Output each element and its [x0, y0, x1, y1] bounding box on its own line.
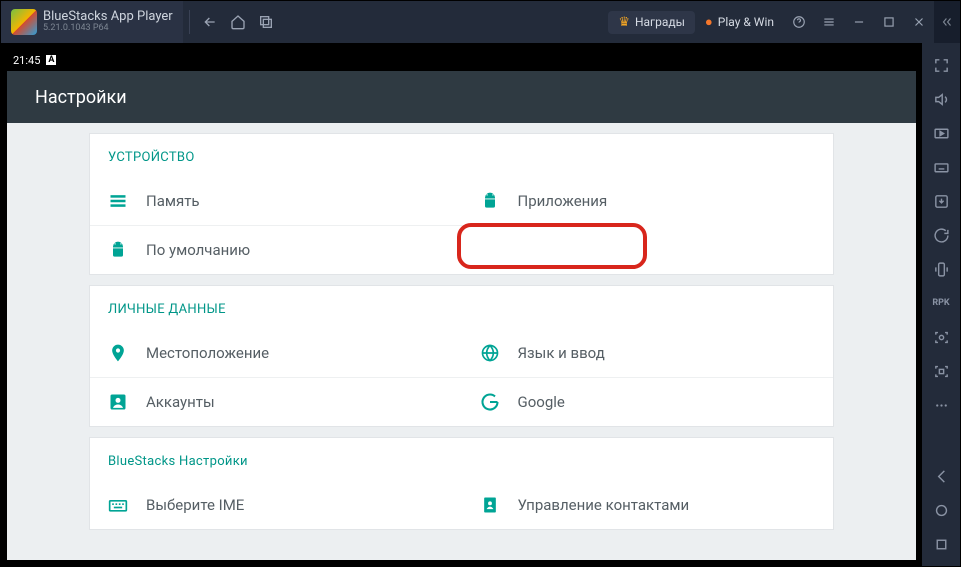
- titlebar-separator: [189, 10, 190, 34]
- help-button[interactable]: [784, 7, 814, 37]
- google-icon: [480, 392, 500, 412]
- playwin-label: Play & Win: [718, 15, 774, 29]
- playwin-button[interactable]: ● Play & Win: [695, 10, 784, 34]
- section-header: BlueStacks Настройки: [90, 438, 833, 481]
- keyboard-icon: [108, 495, 128, 515]
- android-icon: [480, 191, 500, 211]
- item-label: Аккаунты: [146, 393, 215, 411]
- memory-icon: [108, 191, 128, 211]
- install-apk-button[interactable]: [927, 187, 955, 215]
- shake-button[interactable]: [927, 255, 955, 283]
- screenshot-button[interactable]: [927, 323, 955, 351]
- keymap-button[interactable]: [927, 153, 955, 181]
- rewards-button[interactable]: ♛ Награды: [608, 11, 695, 34]
- settings-item-google[interactable]: Google: [462, 377, 834, 426]
- settings-item-contacts[interactable]: Управление контактами: [462, 481, 834, 529]
- settings-content: УСТРОЙСТВО Память Приложения По умолч: [7, 123, 916, 560]
- video-button[interactable]: [927, 119, 955, 147]
- settings-item-ime[interactable]: Выберите IME: [90, 481, 462, 529]
- section-header: УСТРОЙСТВО: [90, 134, 833, 177]
- pkg-icon-button[interactable]: RPK: [927, 289, 955, 317]
- bluestacks-logo-icon: [11, 9, 37, 35]
- android-icon: [108, 240, 128, 260]
- section-device: УСТРОЙСТВО Память Приложения По умолч: [89, 133, 834, 275]
- settings-item-location[interactable]: Местоположение: [90, 329, 462, 377]
- item-label: По умолчанию: [146, 241, 250, 259]
- item-label: Управление контактами: [518, 496, 690, 514]
- fire-icon: ●: [705, 14, 713, 30]
- maximize-button[interactable]: [874, 7, 904, 37]
- settings-item-accounts[interactable]: Аккаунты: [90, 377, 462, 426]
- page-title: Настройки: [35, 87, 127, 108]
- item-label: Местоположение: [146, 344, 269, 362]
- section-header: ЛИЧНЫЕ ДАННЫЕ: [90, 286, 833, 329]
- section-bluestacks: BlueStacks Настройки Выберите IME Управл…: [89, 437, 834, 530]
- menu-button[interactable]: [814, 7, 844, 37]
- android-home-button[interactable]: [927, 496, 955, 524]
- close-button[interactable]: [904, 7, 934, 37]
- minimize-button[interactable]: [844, 7, 874, 37]
- volume-button[interactable]: [927, 85, 955, 113]
- recents-button[interactable]: [252, 8, 280, 36]
- record-button[interactable]: [927, 357, 955, 385]
- settings-item-memory[interactable]: Память: [90, 177, 462, 225]
- collapse-sidebar-button[interactable]: [934, 1, 960, 43]
- account-icon: [108, 392, 128, 412]
- globe-icon: [480, 343, 500, 363]
- item-label: Приложения: [518, 192, 608, 210]
- section-personal: ЛИЧНЫЕ ДАННЫЕ Местоположение Язык и ввод: [89, 285, 834, 427]
- status-time: 21:45: [13, 54, 40, 67]
- settings-item-default[interactable]: По умолчанию: [90, 225, 462, 274]
- item-label: Язык и ввод: [518, 344, 605, 362]
- item-label: Память: [146, 192, 200, 210]
- right-sidebar: RPK: [922, 43, 960, 566]
- app-title: BlueStacks App Player: [43, 10, 173, 24]
- rotate-button[interactable]: [927, 221, 955, 249]
- item-label: Выберите IME: [146, 496, 244, 514]
- home-button[interactable]: [224, 8, 252, 36]
- emulator-frame: 21:45 A Настройки УСТРОЙСТВО Память: [1, 43, 922, 566]
- android-recents-button[interactable]: [927, 530, 955, 558]
- more-button[interactable]: [927, 391, 955, 419]
- app-logo-block: BlueStacks App Player 5.21.0.1043 P64: [1, 1, 183, 43]
- app-bar: Настройки: [7, 71, 916, 123]
- location-icon: [108, 343, 128, 363]
- titlebar: BlueStacks App Player 5.21.0.1043 P64 ♛ …: [1, 1, 960, 43]
- item-label: Google: [518, 393, 565, 411]
- android-back-button[interactable]: [927, 462, 955, 490]
- settings-item-language[interactable]: Язык и ввод: [462, 329, 834, 377]
- android-statusbar: 21:45 A: [7, 49, 916, 71]
- rewards-label: Награды: [635, 15, 685, 29]
- app-version: 5.21.0.1043 P64: [43, 24, 173, 34]
- fullscreen-button[interactable]: [927, 51, 955, 79]
- status-indicator-icon: A: [46, 55, 56, 65]
- back-button[interactable]: [196, 8, 224, 36]
- settings-item-apps[interactable]: Приложения: [462, 177, 834, 225]
- crown-icon: ♛: [618, 15, 630, 30]
- contacts-icon: [480, 495, 500, 515]
